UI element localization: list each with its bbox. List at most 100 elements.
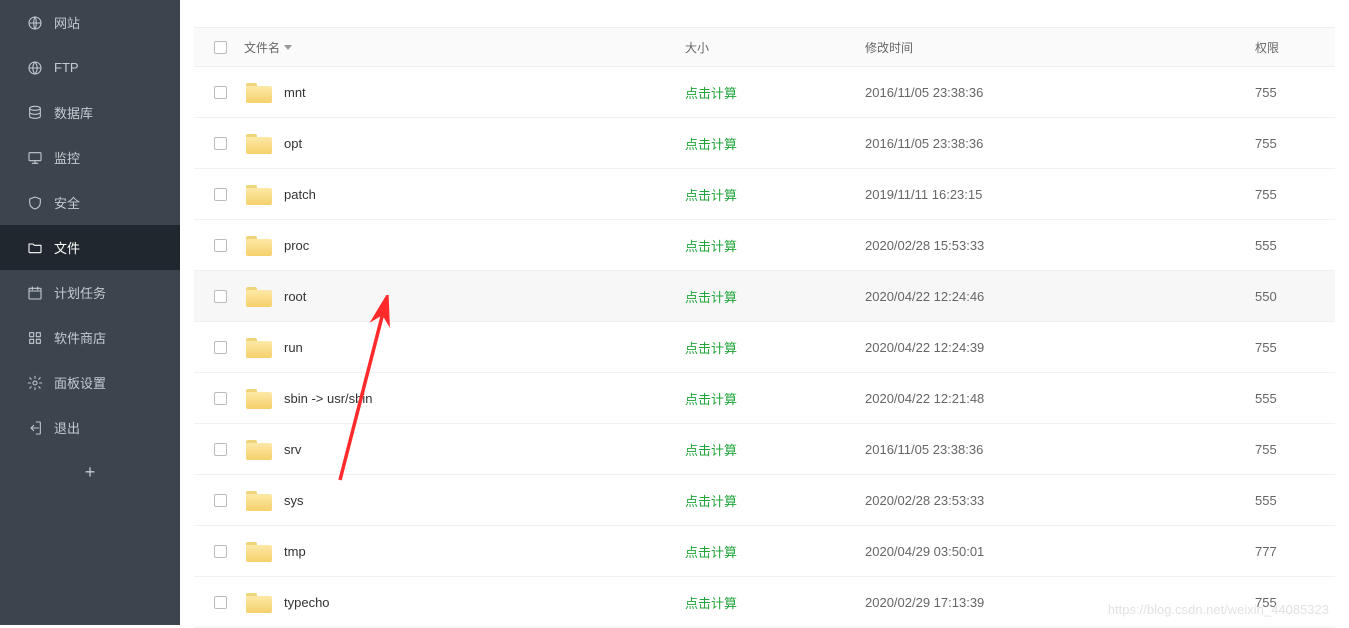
file-name[interactable]: run bbox=[284, 340, 303, 355]
sidebar-item-apps[interactable]: 软件商店 bbox=[0, 315, 180, 360]
sidebar-item-label: 软件商店 bbox=[54, 328, 106, 347]
calc-size-link[interactable]: 点击计算 bbox=[685, 239, 737, 254]
calc-size-link[interactable]: 点击计算 bbox=[685, 443, 737, 458]
folder-icon bbox=[246, 183, 272, 205]
calc-size-link[interactable]: 点击计算 bbox=[685, 188, 737, 203]
calc-size-link[interactable]: 点击计算 bbox=[685, 596, 737, 611]
file-name[interactable]: sys bbox=[284, 493, 304, 508]
table-row[interactable]: run点击计算2020/04/22 12:24:39755 bbox=[194, 322, 1335, 373]
row-checkbox[interactable] bbox=[214, 239, 227, 252]
table-row[interactable]: patch 点击计算 2019/11/11 16:23:15 755 bbox=[194, 169, 1335, 220]
calc-size-link[interactable]: 点击计算 bbox=[685, 137, 737, 152]
ftp-icon bbox=[26, 59, 44, 77]
sidebar-item-globe[interactable]: 网站 bbox=[0, 0, 180, 45]
column-header-perm[interactable]: 权限 bbox=[1255, 39, 1315, 56]
exit-icon bbox=[26, 419, 44, 437]
table-row[interactable]: srv点击计算2016/11/05 23:38:36755 bbox=[194, 424, 1335, 475]
file-mtime: 2020/02/28 23:53:33 bbox=[865, 493, 984, 508]
file-mtime: 2020/02/28 15:53:33 bbox=[865, 238, 984, 253]
sidebar-item-cron[interactable]: 计划任务 bbox=[0, 270, 180, 315]
file-perm: 755 bbox=[1255, 187, 1277, 202]
file-mtime: 2020/04/22 12:24:46 bbox=[865, 289, 984, 304]
row-checkbox[interactable] bbox=[214, 392, 227, 405]
file-mtime: 2020/04/29 03:50:01 bbox=[865, 544, 984, 559]
row-checkbox[interactable] bbox=[214, 596, 227, 609]
cron-icon bbox=[26, 284, 44, 302]
file-perm: 555 bbox=[1255, 391, 1277, 406]
row-checkbox[interactable] bbox=[214, 494, 227, 507]
sidebar-item-ftp[interactable]: FTP bbox=[0, 45, 180, 90]
sidebar-add-button[interactable]: + bbox=[0, 450, 180, 495]
folder-icon bbox=[246, 234, 272, 256]
file-perm: 555 bbox=[1255, 493, 1277, 508]
sidebar-item-label: 计划任务 bbox=[54, 283, 106, 302]
file-mtime: 2020/04/22 12:24:39 bbox=[865, 340, 984, 355]
folder-icon bbox=[246, 591, 272, 613]
file-name[interactable]: root bbox=[284, 289, 306, 304]
sidebar-item-label: 面板设置 bbox=[54, 373, 106, 392]
table-row[interactable]: typecho点击计算2020/02/29 17:13:39755 bbox=[194, 577, 1335, 628]
row-checkbox[interactable] bbox=[214, 137, 227, 150]
file-perm: 550 bbox=[1255, 289, 1277, 304]
file-name[interactable]: typecho bbox=[284, 595, 330, 610]
calc-size-link[interactable]: 点击计算 bbox=[685, 494, 737, 509]
file-perm: 777 bbox=[1255, 544, 1277, 559]
row-checkbox[interactable] bbox=[214, 290, 227, 303]
sidebar-item-database[interactable]: 数据库 bbox=[0, 90, 180, 135]
table-row[interactable]: tmp 点击计算 2020/04/29 03:50:01 777 bbox=[194, 526, 1335, 577]
file-perm: 755 bbox=[1255, 85, 1277, 100]
table-row[interactable]: opt点击计算2016/11/05 23:38:36755 bbox=[194, 118, 1335, 169]
select-all-checkbox[interactable] bbox=[214, 41, 227, 54]
file-name[interactable]: sbin -> usr/sbin bbox=[284, 391, 373, 406]
table-row[interactable]: sys 点击计算 2020/02/28 23:53:33 555 bbox=[194, 475, 1335, 526]
file-perm: 755 bbox=[1255, 442, 1277, 457]
sidebar-item-folder[interactable]: 文件 bbox=[0, 225, 180, 270]
calc-size-link[interactable]: 点击计算 bbox=[685, 392, 737, 407]
file-mtime: 2019/11/11 16:23:15 bbox=[865, 187, 982, 202]
file-name[interactable]: opt bbox=[284, 136, 302, 151]
row-checkbox[interactable] bbox=[214, 86, 227, 99]
calc-size-link[interactable]: 点击计算 bbox=[685, 290, 737, 305]
header-time-label: 修改时间 bbox=[865, 41, 913, 55]
file-name[interactable]: mnt bbox=[284, 85, 306, 100]
folder-icon bbox=[246, 540, 272, 562]
calc-size-link[interactable]: 点击计算 bbox=[685, 545, 737, 560]
folder-icon bbox=[246, 438, 272, 460]
sidebar-item-shield[interactable]: 安全 bbox=[0, 180, 180, 225]
file-name[interactable]: srv bbox=[284, 442, 301, 457]
sidebar-item-exit[interactable]: 退出 bbox=[0, 405, 180, 450]
table-row[interactable]: mnt 点击计算 2016/11/05 23:38:36 755 bbox=[194, 67, 1335, 118]
database-icon bbox=[26, 104, 44, 122]
calc-size-link[interactable]: 点击计算 bbox=[685, 86, 737, 101]
file-name[interactable]: patch bbox=[284, 187, 316, 202]
column-header-name[interactable]: 文件名 bbox=[244, 39, 685, 56]
globe-icon bbox=[26, 14, 44, 32]
file-mtime: 2016/11/05 23:38:36 bbox=[865, 136, 983, 151]
column-header-time[interactable]: 修改时间 bbox=[865, 39, 1255, 56]
sidebar-item-label: 退出 bbox=[54, 418, 80, 437]
calc-size-link[interactable]: 点击计算 bbox=[685, 341, 737, 356]
header-size-label: 大小 bbox=[685, 41, 709, 55]
file-mtime: 2016/11/05 23:38:36 bbox=[865, 85, 983, 100]
table-row[interactable]: proc 点击计算 2020/02/28 15:53:33 555 bbox=[194, 220, 1335, 271]
header-name-label: 文件名 bbox=[244, 39, 280, 56]
row-checkbox[interactable] bbox=[214, 443, 227, 456]
row-checkbox[interactable] bbox=[214, 188, 227, 201]
sort-desc-icon bbox=[284, 45, 292, 50]
plus-icon: + bbox=[85, 462, 96, 483]
sidebar-item-label: 网站 bbox=[54, 13, 80, 32]
file-name[interactable]: tmp bbox=[284, 544, 306, 559]
table-row[interactable]: sbin -> usr/sbin点击计算2020/04/22 12:21:485… bbox=[194, 373, 1335, 424]
sidebar-item-monitor[interactable]: 监控 bbox=[0, 135, 180, 180]
file-name[interactable]: proc bbox=[284, 238, 309, 253]
apps-icon bbox=[26, 329, 44, 347]
row-checkbox[interactable] bbox=[214, 545, 227, 558]
table-row[interactable]: root 点击计算 2020/04/22 12:24:46 550 bbox=[194, 271, 1335, 322]
sidebar: 网站 FTP数据库监控安全文件计划任务软件商店面板设置退出 + bbox=[0, 0, 180, 625]
file-perm: 555 bbox=[1255, 238, 1277, 253]
table-header: 文件名 大小 修改时间 权限 bbox=[194, 27, 1335, 67]
sidebar-item-gear[interactable]: 面板设置 bbox=[0, 360, 180, 405]
folder-icon bbox=[246, 387, 272, 409]
column-header-size[interactable]: 大小 bbox=[685, 39, 865, 56]
row-checkbox[interactable] bbox=[214, 341, 227, 354]
